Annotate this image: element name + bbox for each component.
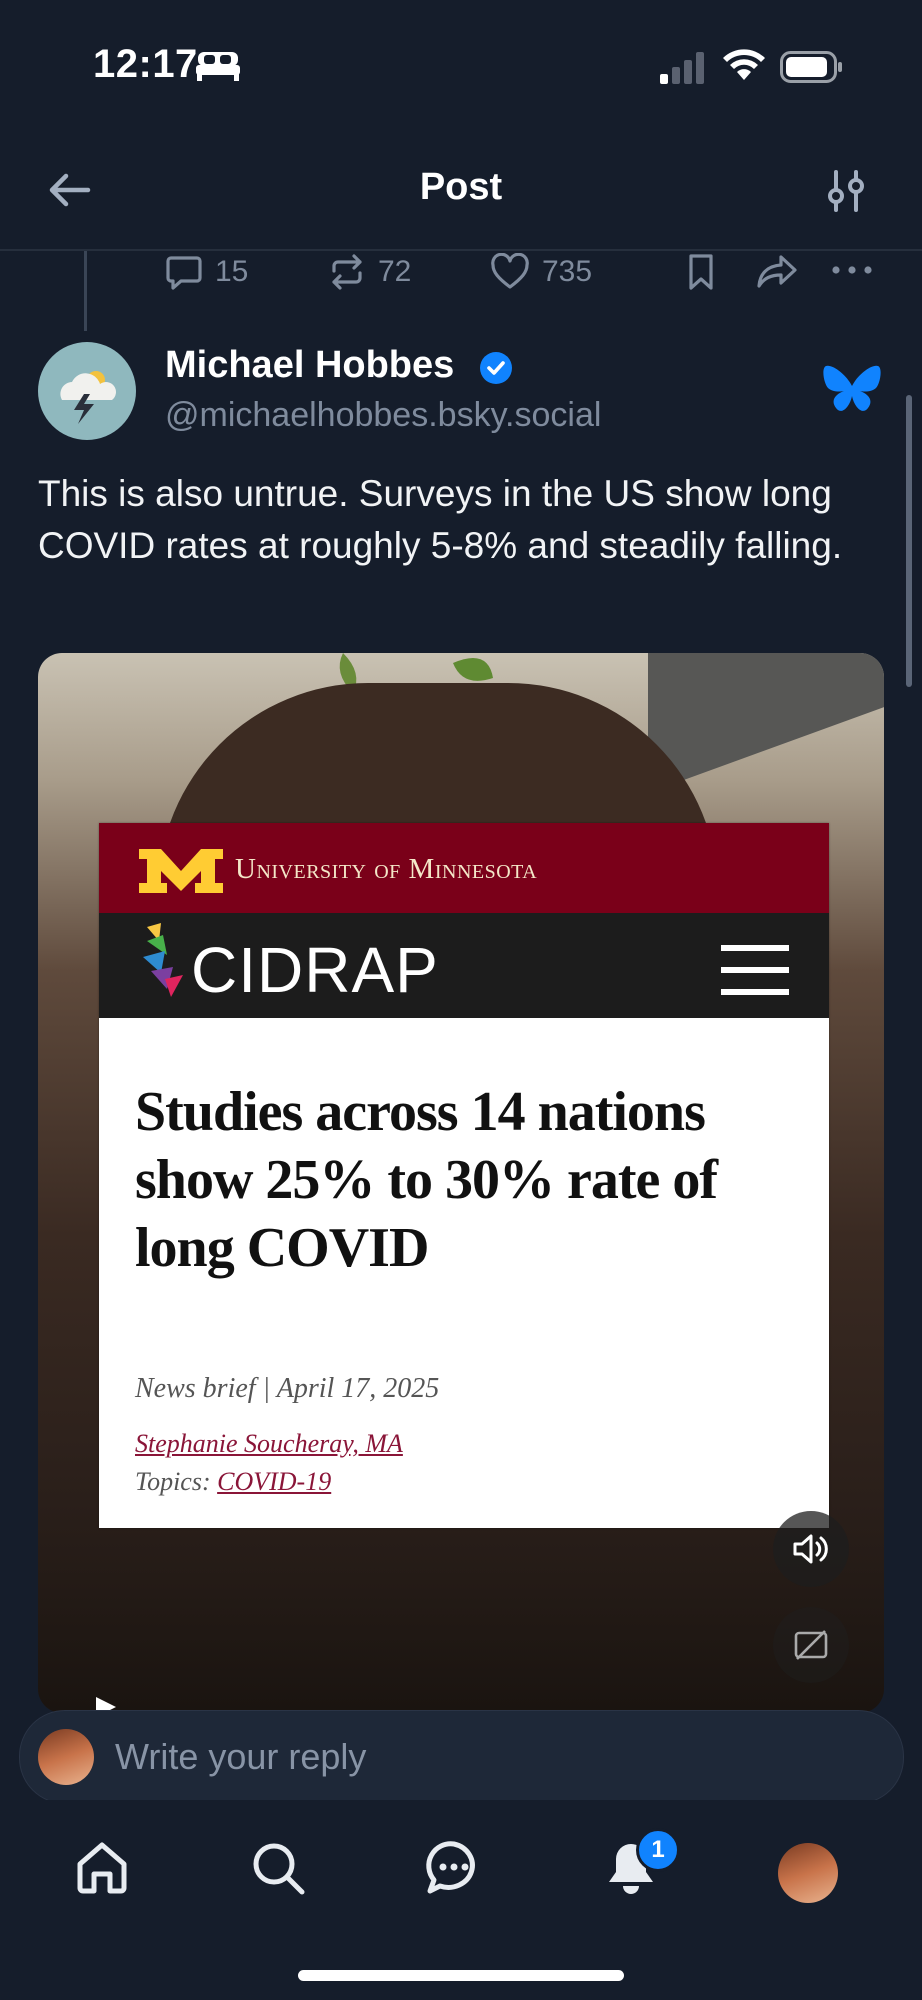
- home-icon[interactable]: [74, 1840, 130, 1896]
- topic-tag: COVID-19: [217, 1467, 332, 1496]
- bed-icon: [196, 52, 240, 81]
- user-avatar: [38, 1729, 94, 1785]
- page-title: Post: [419, 166, 503, 208]
- reply-count: 15: [215, 255, 249, 288]
- university-name: University of Minnesota: [235, 853, 538, 885]
- header-divider: [0, 249, 922, 251]
- chat-icon[interactable]: [425, 1840, 483, 1896]
- share-icon[interactable]: [756, 253, 798, 291]
- status-time: 12:17: [93, 42, 198, 86]
- like-count: 735: [542, 255, 593, 288]
- scrollbar[interactable]: [906, 395, 912, 687]
- article-topics: Topics: COVID-19: [135, 1467, 331, 1497]
- reply-composer[interactable]: Write your reply: [19, 1710, 904, 1804]
- more-options-icon[interactable]: [830, 262, 874, 278]
- wifi-icon: [723, 49, 765, 80]
- comment-icon: [166, 256, 202, 290]
- university-banner: University of Minnesota: [99, 823, 829, 913]
- bluesky-butterfly-icon: [823, 365, 881, 411]
- repost-icon: [332, 254, 362, 290]
- search-icon[interactable]: [250, 1840, 306, 1896]
- cellular-signal-icon: [660, 52, 704, 84]
- thread-line: [84, 251, 87, 331]
- repost-count: 72: [378, 255, 412, 288]
- bookmark-icon[interactable]: [684, 253, 718, 291]
- heart-icon: [491, 253, 529, 289]
- menu-icon: [721, 945, 789, 995]
- background-ceiling: [648, 653, 884, 793]
- like-count-button[interactable]: 735: [490, 252, 592, 292]
- cidrap-logo-icon: [143, 923, 183, 997]
- article-meta: News brief | April 17, 2025: [135, 1373, 440, 1404]
- article-screenshot: University of Minnesota CIDRAP Studies a…: [99, 823, 829, 1528]
- post-text: This is also untrue. Surveys in the US s…: [38, 473, 843, 566]
- site-name: CIDRAP: [191, 934, 439, 1006]
- author-handle[interactable]: @michaelhobbes.bsky.social: [165, 396, 601, 435]
- site-banner: CIDRAP: [99, 913, 829, 1018]
- author-name[interactable]: Michael Hobbes: [165, 344, 454, 387]
- topics-label: Topics:: [135, 1467, 211, 1496]
- weather-storm-icon: [60, 371, 116, 424]
- verified-badge-icon: [480, 352, 512, 384]
- video-player[interactable]: University of Minnesota CIDRAP Studies a…: [38, 653, 884, 1713]
- captions-button[interactable]: [773, 1607, 849, 1683]
- notification-badge: 1: [636, 1828, 680, 1872]
- captions-off-icon: [794, 1630, 828, 1660]
- repost-count-button[interactable]: 72: [328, 252, 411, 292]
- article-author: Stephanie Soucheray, MA: [135, 1429, 403, 1458]
- sound-button[interactable]: [773, 1511, 849, 1587]
- battery-icon: [780, 51, 842, 83]
- reply-input[interactable]: Write your reply: [115, 1736, 366, 1778]
- author-avatar[interactable]: [38, 342, 136, 440]
- sliders-settings-icon[interactable]: [826, 170, 866, 212]
- speaker-volume-icon: [793, 1534, 828, 1564]
- reply-count-button[interactable]: 15: [165, 252, 248, 292]
- profile-avatar[interactable]: [778, 1843, 838, 1903]
- article-headline: Studies across 14 nations show 25% to 30…: [135, 1081, 718, 1279]
- home-indicator: [298, 1970, 624, 1981]
- university-m-logo: [139, 849, 223, 893]
